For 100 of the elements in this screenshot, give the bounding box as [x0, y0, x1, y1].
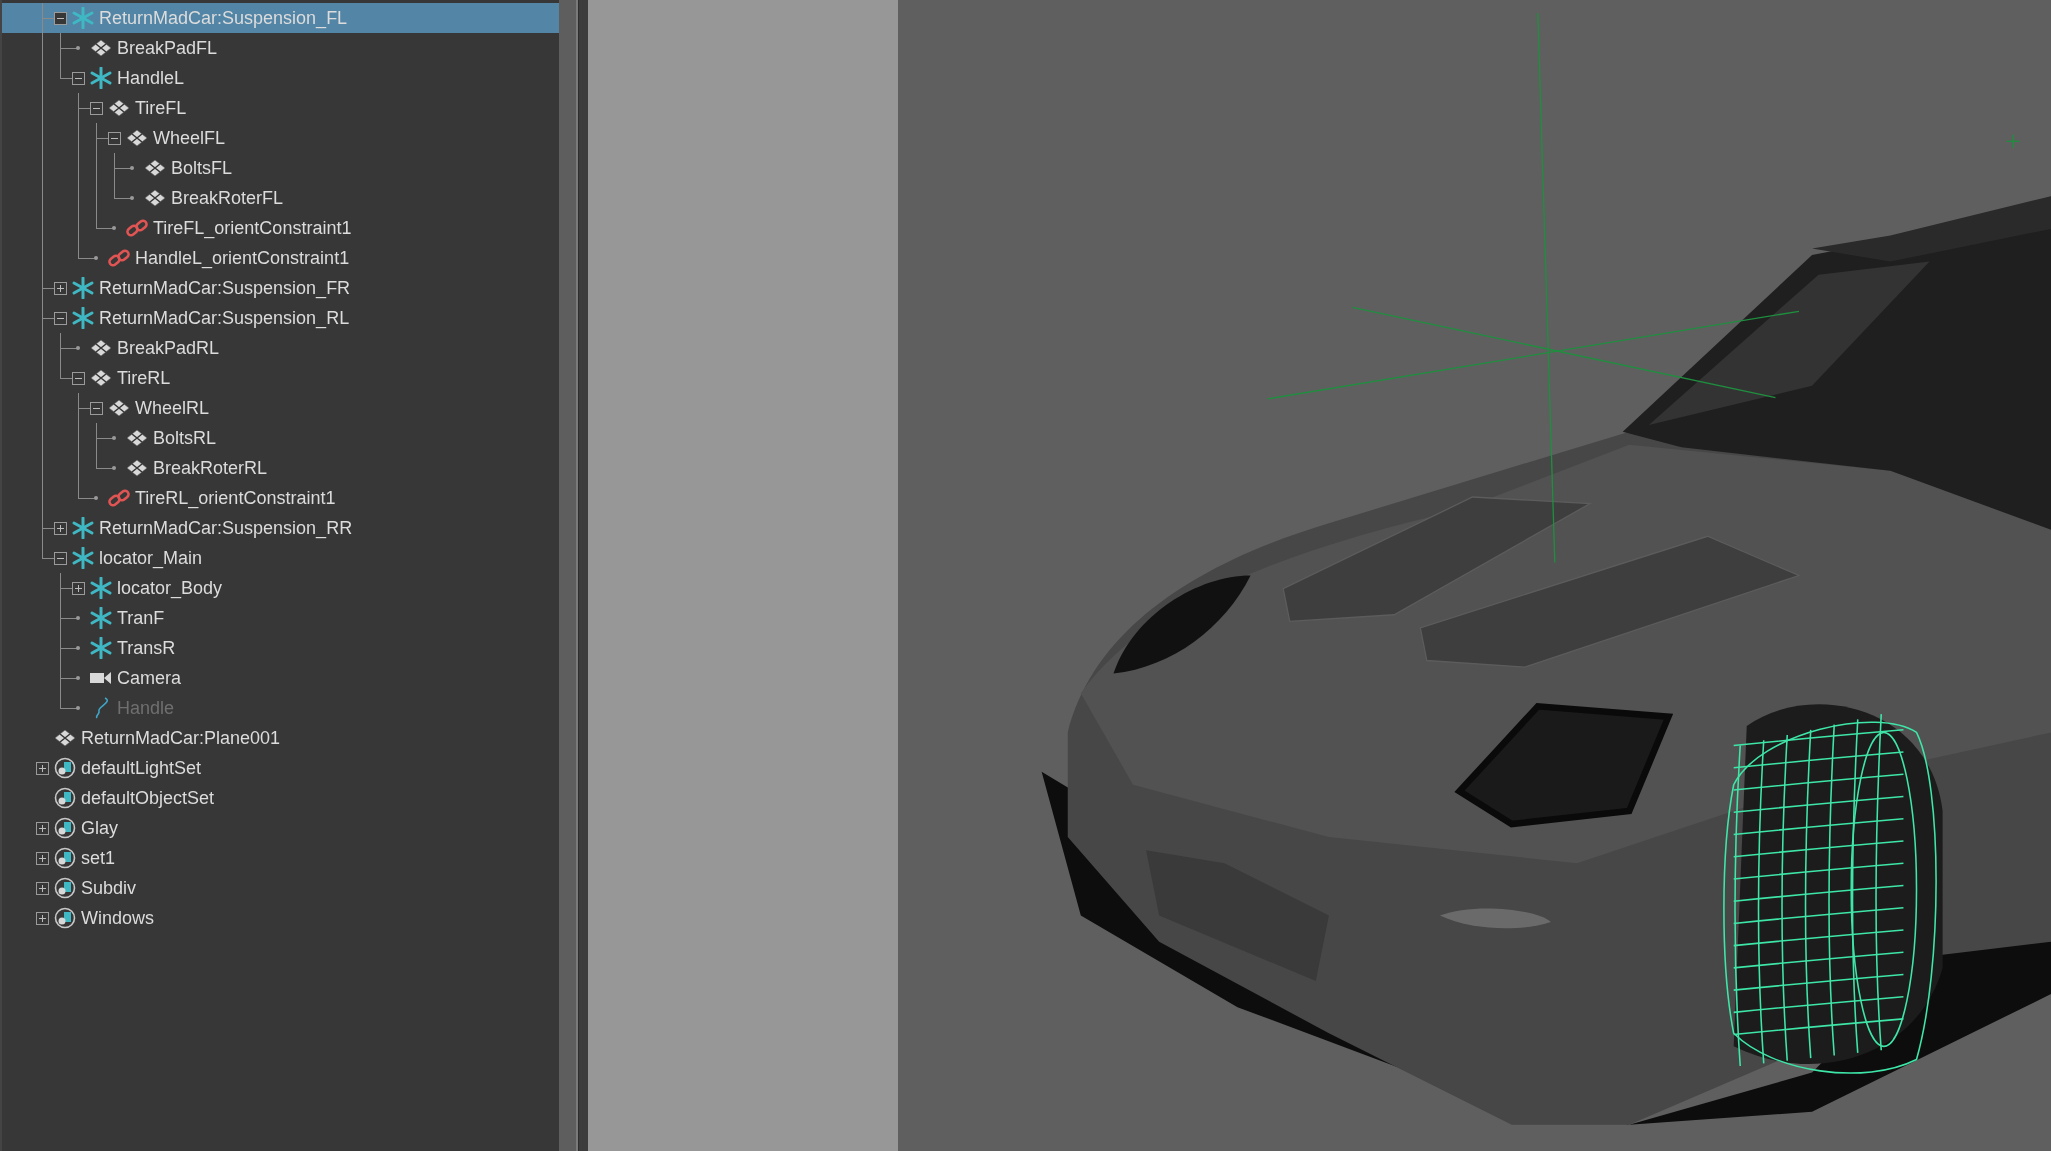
outliner-row[interactable]: set1	[2, 843, 559, 873]
outliner-label: BreakRoterRL	[153, 457, 268, 479]
outliner-label: defaultObjectSet	[81, 787, 215, 809]
outliner-row[interactable]: Subdiv	[2, 873, 559, 903]
outliner-row[interactable]: BoltsFL	[2, 153, 559, 183]
outliner-label: TireRL	[117, 367, 171, 389]
outliner-label: ReturnMadCar:Suspension_RL	[99, 307, 350, 329]
outliner-label: Camera	[117, 667, 182, 689]
outliner-label: ReturnMadCar:Suspension_FL	[99, 7, 348, 29]
outliner-label: BreakRoterFL	[171, 187, 284, 209]
collapse-icon[interactable]	[72, 72, 85, 85]
set-icon	[53, 907, 77, 929]
outliner-row[interactable]: ReturnMadCar:Suspension_RR	[2, 513, 559, 543]
outliner-label: TireRL_orientConstraint1	[135, 487, 336, 509]
outliner-row[interactable]: defaultLightSet	[2, 753, 559, 783]
mesh-icon	[143, 157, 167, 179]
outliner-label: TranF	[117, 607, 165, 629]
outliner-label: defaultLightSet	[81, 757, 202, 779]
3d-viewport[interactable]	[898, 0, 2051, 1151]
outliner-row[interactable]: ReturnMadCar:Suspension_RL	[2, 303, 559, 333]
mesh-icon	[89, 367, 113, 389]
locator-icon	[71, 517, 95, 539]
collapse-icon[interactable]	[54, 12, 67, 25]
set-icon	[53, 877, 77, 899]
link-icon	[107, 247, 131, 269]
expand-icon[interactable]	[36, 882, 49, 895]
locator-icon	[71, 277, 95, 299]
collapse-icon[interactable]	[72, 372, 85, 385]
collapse-icon[interactable]	[108, 132, 121, 145]
link-icon	[125, 217, 149, 239]
collapse-icon[interactable]	[90, 102, 103, 115]
mesh-icon	[89, 337, 113, 359]
outliner-label: TransR	[117, 637, 176, 659]
outliner-label: BoltsRL	[153, 427, 217, 449]
outliner-row[interactable]: BreakPadRL	[2, 333, 559, 363]
expand-icon[interactable]	[36, 762, 49, 775]
locator-icon	[89, 607, 113, 629]
outliner-row[interactable]: TireFL	[2, 93, 559, 123]
outliner-row[interactable]: TransR	[2, 633, 559, 663]
outliner-label: WheelRL	[135, 397, 210, 419]
outliner-label: set1	[81, 847, 116, 869]
outliner-label: TireFL	[135, 97, 187, 119]
collapse-icon[interactable]	[54, 552, 67, 565]
scrollbar[interactable]	[559, 0, 578, 1151]
outliner-row[interactable]: locator_Main	[2, 543, 559, 573]
outliner-row[interactable]: BreakPadFL	[2, 33, 559, 63]
outliner-row[interactable]: defaultObjectSet	[2, 783, 559, 813]
set-icon	[53, 817, 77, 839]
outliner-row[interactable]: Camera	[2, 663, 559, 693]
mesh-icon	[125, 427, 149, 449]
outliner-row[interactable]: TireRL	[2, 363, 559, 393]
outliner-row[interactable]: BreakRoterRL	[2, 453, 559, 483]
set-icon	[53, 757, 77, 779]
outliner-label: Handle	[117, 697, 175, 719]
outliner-label: ReturnMadCar:Suspension_RR	[99, 517, 353, 539]
outliner-row[interactable]: TireRL_orientConstraint1	[2, 483, 559, 513]
outliner-row[interactable]: ReturnMadCar:Plane001	[2, 723, 559, 753]
collapse-icon[interactable]	[90, 402, 103, 415]
mesh-icon	[125, 127, 149, 149]
outliner-label: locator_Main	[99, 547, 203, 569]
outliner-row[interactable]: locator_Body	[2, 573, 559, 603]
outliner-label: ReturnMadCar:Plane001	[81, 727, 281, 749]
outliner-row[interactable]: WheelFL	[2, 123, 559, 153]
expand-icon[interactable]	[72, 582, 85, 595]
outliner-label: ReturnMadCar:Suspension_FR	[99, 277, 351, 299]
outliner-label: Subdiv	[81, 877, 137, 899]
outliner-label: WheelFL	[153, 127, 226, 149]
mesh-icon	[107, 397, 131, 419]
expand-icon[interactable]	[54, 522, 67, 535]
set-icon	[53, 847, 77, 869]
outliner-row[interactable]: HandleL	[2, 63, 559, 93]
mesh-icon	[89, 37, 113, 59]
mesh-icon	[143, 187, 167, 209]
expand-icon[interactable]	[36, 852, 49, 865]
expand-icon[interactable]	[36, 822, 49, 835]
outliner-row[interactable]: TranF	[2, 603, 559, 633]
outliner-label: TireFL_orientConstraint1	[153, 217, 352, 239]
outliner-row[interactable]: BreakRoterFL	[2, 183, 559, 213]
expand-icon[interactable]	[36, 912, 49, 925]
locator-icon	[71, 307, 95, 329]
outliner-row[interactable]: Windows	[2, 903, 559, 933]
outliner-row[interactable]: BoltsRL	[2, 423, 559, 453]
outliner-label: Windows	[81, 907, 155, 929]
set-icon	[53, 787, 77, 809]
outliner-row[interactable]: WheelRL	[2, 393, 559, 423]
expand-icon[interactable]	[54, 282, 67, 295]
link-icon	[107, 487, 131, 509]
outliner-label: BreakPadFL	[117, 37, 218, 59]
outliner-row[interactable]: HandleL_orientConstraint1	[2, 243, 559, 273]
collapse-icon[interactable]	[54, 312, 67, 325]
outliner-label: locator_Body	[117, 577, 223, 599]
locator-icon	[89, 577, 113, 599]
locator-icon	[71, 7, 95, 29]
locator-icon	[89, 67, 113, 89]
outliner-row[interactable]: ReturnMadCar:Suspension_FR	[2, 273, 559, 303]
outliner-row[interactable]: Glay	[2, 813, 559, 843]
outliner-row[interactable]: TireFL_orientConstraint1	[2, 213, 559, 243]
outliner-label: BreakPadRL	[117, 337, 220, 359]
outliner-label: Glay	[81, 817, 118, 839]
outliner-label: BoltsFL	[171, 157, 233, 179]
